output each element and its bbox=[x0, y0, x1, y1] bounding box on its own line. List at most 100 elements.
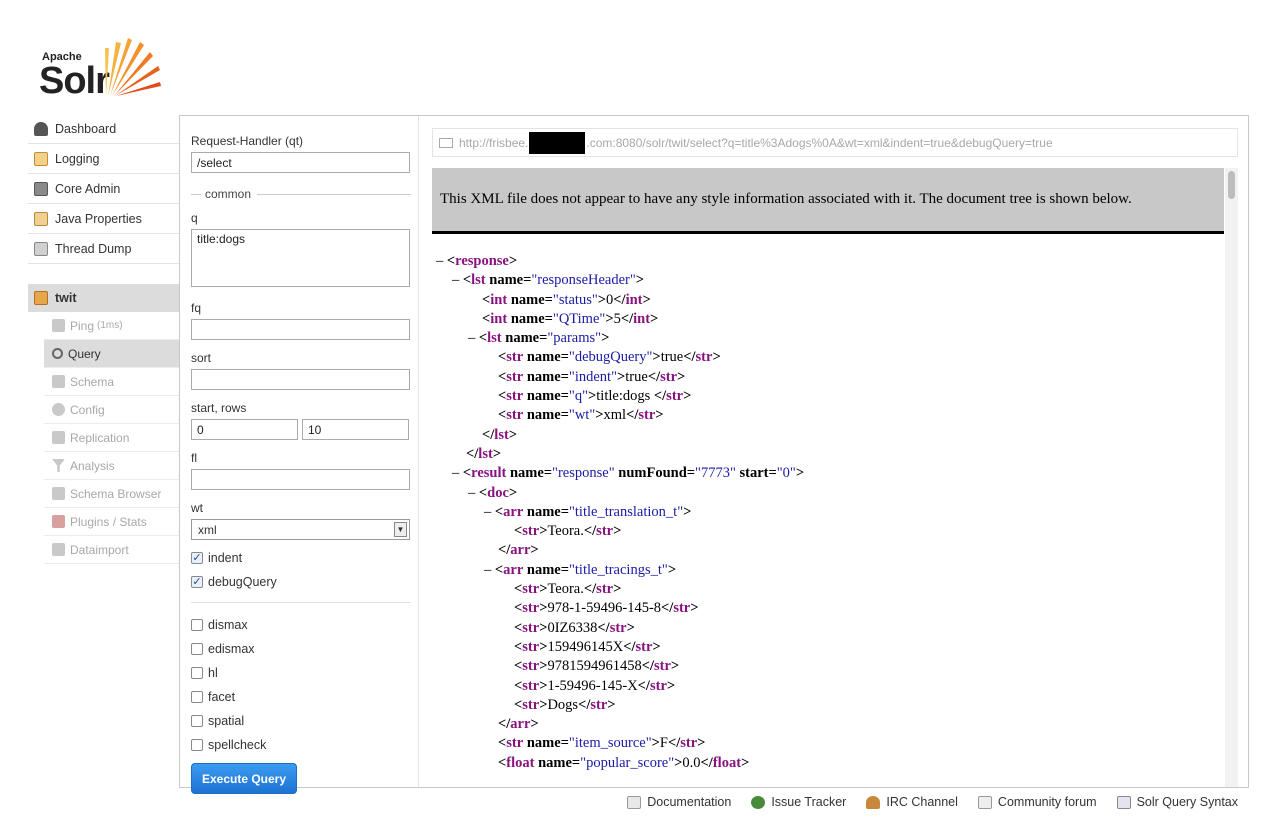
main-panel: Request-Handler (qt) common q title:dogs… bbox=[179, 115, 1249, 794]
link-icon bbox=[439, 137, 453, 148]
core-menu-replication[interactable]: Replication bbox=[44, 424, 179, 452]
core-menu-label: Dataimport bbox=[70, 542, 129, 557]
core-menu-schema-browser[interactable]: Schema Browser bbox=[44, 480, 179, 508]
footer-link-label: Community forum bbox=[997, 795, 1097, 809]
config-icon bbox=[52, 403, 65, 416]
documentation-link[interactable]: Documentation bbox=[627, 795, 731, 809]
core-icon bbox=[34, 291, 48, 305]
collapse-toggle[interactable]: – bbox=[484, 562, 495, 578]
execute-query-button[interactable]: Execute Query bbox=[191, 763, 297, 794]
solr-query-syntax-link[interactable]: Solr Query Syntax bbox=[1116, 795, 1238, 809]
core-menu-label: Analysis bbox=[70, 458, 115, 473]
rows-input[interactable] bbox=[302, 419, 409, 440]
nav-label: Core Admin bbox=[55, 181, 121, 196]
replication-icon bbox=[52, 431, 65, 444]
xml-line: <str>9781594961458</str> bbox=[432, 657, 1238, 676]
bug-icon bbox=[751, 795, 766, 809]
sort-input[interactable] bbox=[191, 369, 410, 390]
debugquery-checkbox[interactable]: ✓ debugQuery bbox=[191, 570, 411, 594]
core-name: twit bbox=[55, 291, 77, 305]
mail-icon bbox=[977, 795, 992, 809]
hl-checkbox[interactable]: hl bbox=[191, 661, 411, 685]
fq-input[interactable] bbox=[191, 319, 410, 340]
collapse-toggle[interactable]: – bbox=[452, 272, 463, 288]
nav-label: Dashboard bbox=[55, 121, 117, 136]
xml-line-text: </lst> bbox=[482, 426, 518, 443]
indent-label: indent bbox=[208, 551, 243, 565]
redacted-block bbox=[529, 131, 586, 154]
start-input[interactable] bbox=[191, 419, 298, 440]
core-menu-ping[interactable]: Ping (1ms) bbox=[44, 312, 179, 340]
q-input[interactable]: title:dogs bbox=[191, 229, 410, 287]
xml-line-text: <str name="q">title:dogs </str> bbox=[498, 388, 692, 405]
xml-line-text: </arr> bbox=[498, 542, 539, 559]
core-selector-twit[interactable]: twit bbox=[28, 284, 179, 312]
scrollbar[interactable] bbox=[1225, 168, 1238, 787]
sidebar: Dashboard Logging Core Admin Java Proper… bbox=[28, 114, 179, 564]
result-frame[interactable]: This XML file does not appear to have an… bbox=[432, 168, 1238, 787]
dataimport-icon bbox=[52, 543, 65, 556]
query-url-link[interactable]: http://frisbee. .com:8080/solr/twit/sele… bbox=[432, 128, 1238, 157]
common-legend-text: common bbox=[205, 187, 252, 201]
nav-core-admin[interactable]: Core Admin bbox=[28, 174, 179, 204]
xml-line: <int name="QTime">5</int> bbox=[432, 310, 1238, 329]
nav-logging[interactable]: Logging bbox=[28, 144, 179, 174]
xml-line-text: <str>9781594961458</str> bbox=[514, 658, 680, 675]
xml-line: – <arr name="title_tracings_t"> bbox=[432, 561, 1238, 580]
spellcheck-checkbox[interactable]: spellcheck bbox=[191, 733, 411, 757]
xml-line: <str name="wt">xml</str> bbox=[432, 406, 1238, 425]
collapse-toggle[interactable]: – bbox=[484, 504, 495, 520]
edismax-checkbox[interactable]: edismax bbox=[191, 637, 411, 661]
core-menu-label: Config bbox=[70, 402, 105, 417]
divider bbox=[191, 602, 411, 603]
core-menu-config[interactable]: Config bbox=[44, 396, 179, 424]
nav-thread-dump[interactable]: Thread Dump bbox=[28, 234, 179, 264]
nav-dashboard[interactable]: Dashboard bbox=[28, 114, 179, 144]
xml-line: <str>1-59496-145-X</str> bbox=[432, 677, 1238, 696]
xml-line: </lst> bbox=[432, 426, 1238, 445]
common-legend: common bbox=[191, 187, 411, 201]
xml-line: </arr> bbox=[432, 541, 1238, 560]
issue-tracker-link[interactable]: Issue Tracker bbox=[751, 795, 846, 809]
core-menu-label: Ping bbox=[70, 318, 95, 333]
indent-checkbox[interactable]: ✓ indent bbox=[191, 546, 411, 570]
collapse-toggle[interactable]: – bbox=[436, 253, 447, 269]
xml-line: <str>159496145X</str> bbox=[432, 638, 1238, 657]
xml-line: <str name="q">title:dogs </str> bbox=[432, 387, 1238, 406]
xml-line: – <lst name="responseHeader"> bbox=[432, 271, 1238, 290]
url-prefix: http://frisbee. bbox=[459, 135, 529, 150]
xml-line-text: <str>Dogs</str> bbox=[514, 696, 616, 713]
collapse-toggle[interactable]: – bbox=[468, 330, 479, 346]
wt-label: wt bbox=[191, 501, 203, 515]
xml-line-text: <str name="wt">xml</str> bbox=[498, 407, 664, 424]
footer-links: Documentation Issue Tracker IRC Channel … bbox=[627, 792, 1238, 812]
facet-checkbox[interactable]: facet bbox=[191, 685, 411, 709]
core-menu-analysis[interactable]: Analysis bbox=[44, 452, 179, 480]
option-label: spellcheck bbox=[208, 738, 267, 752]
xml-line-text: <str>978-1-59496-145-8</str> bbox=[514, 600, 699, 617]
fl-input[interactable] bbox=[191, 469, 410, 490]
checkmark-icon: ✓ bbox=[191, 552, 203, 564]
xml-line: <str>Dogs</str> bbox=[432, 696, 1238, 715]
checkbox-box bbox=[191, 667, 203, 679]
community-forum-link[interactable]: Community forum bbox=[977, 795, 1097, 809]
core-menu-query[interactable]: Query bbox=[44, 340, 179, 368]
qt-input[interactable] bbox=[191, 152, 410, 173]
xml-line-text: </lst> bbox=[466, 445, 502, 462]
irc-channel-link[interactable]: IRC Channel bbox=[866, 795, 958, 809]
collapse-toggle[interactable]: – bbox=[468, 485, 479, 501]
logging-icon bbox=[34, 151, 48, 166]
xml-line-text: <response> bbox=[446, 253, 518, 269]
scrollbar-thumb[interactable] bbox=[1228, 171, 1235, 199]
collapse-toggle[interactable]: – bbox=[452, 465, 463, 481]
core-menu-schema[interactable]: Schema bbox=[44, 368, 179, 396]
xml-line-text: <str name="item_source">F</str> bbox=[498, 735, 706, 752]
core-menu-dataimport[interactable]: Dataimport bbox=[44, 536, 179, 564]
nav-java-properties[interactable]: Java Properties bbox=[28, 204, 179, 234]
nav-label: Java Properties bbox=[55, 211, 142, 226]
solr-logo[interactable]: Apache Solr bbox=[38, 32, 168, 102]
wt-select[interactable]: xml ▼ bbox=[191, 519, 410, 540]
core-menu-plugins[interactable]: Plugins / Stats bbox=[44, 508, 179, 536]
spatial-checkbox[interactable]: spatial bbox=[191, 709, 411, 733]
dismax-checkbox[interactable]: dismax bbox=[191, 613, 411, 637]
